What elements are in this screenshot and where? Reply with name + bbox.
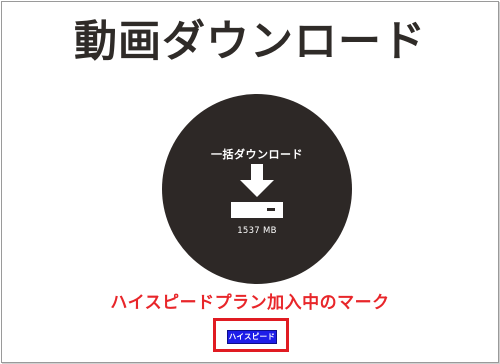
bulk-download-button[interactable]: 一括ダウンロード 1537 MB (162, 94, 352, 284)
download-size: 1537 MB (237, 226, 277, 236)
annotation-label: ハイスピードプラン加入中のマーク (110, 293, 390, 313)
high-speed-badge: ハイスピード (227, 330, 277, 344)
download-icon (231, 164, 283, 218)
page-title: 動画ダウンロード (74, 17, 426, 67)
bulk-download-label: 一括ダウンロード (211, 148, 303, 161)
